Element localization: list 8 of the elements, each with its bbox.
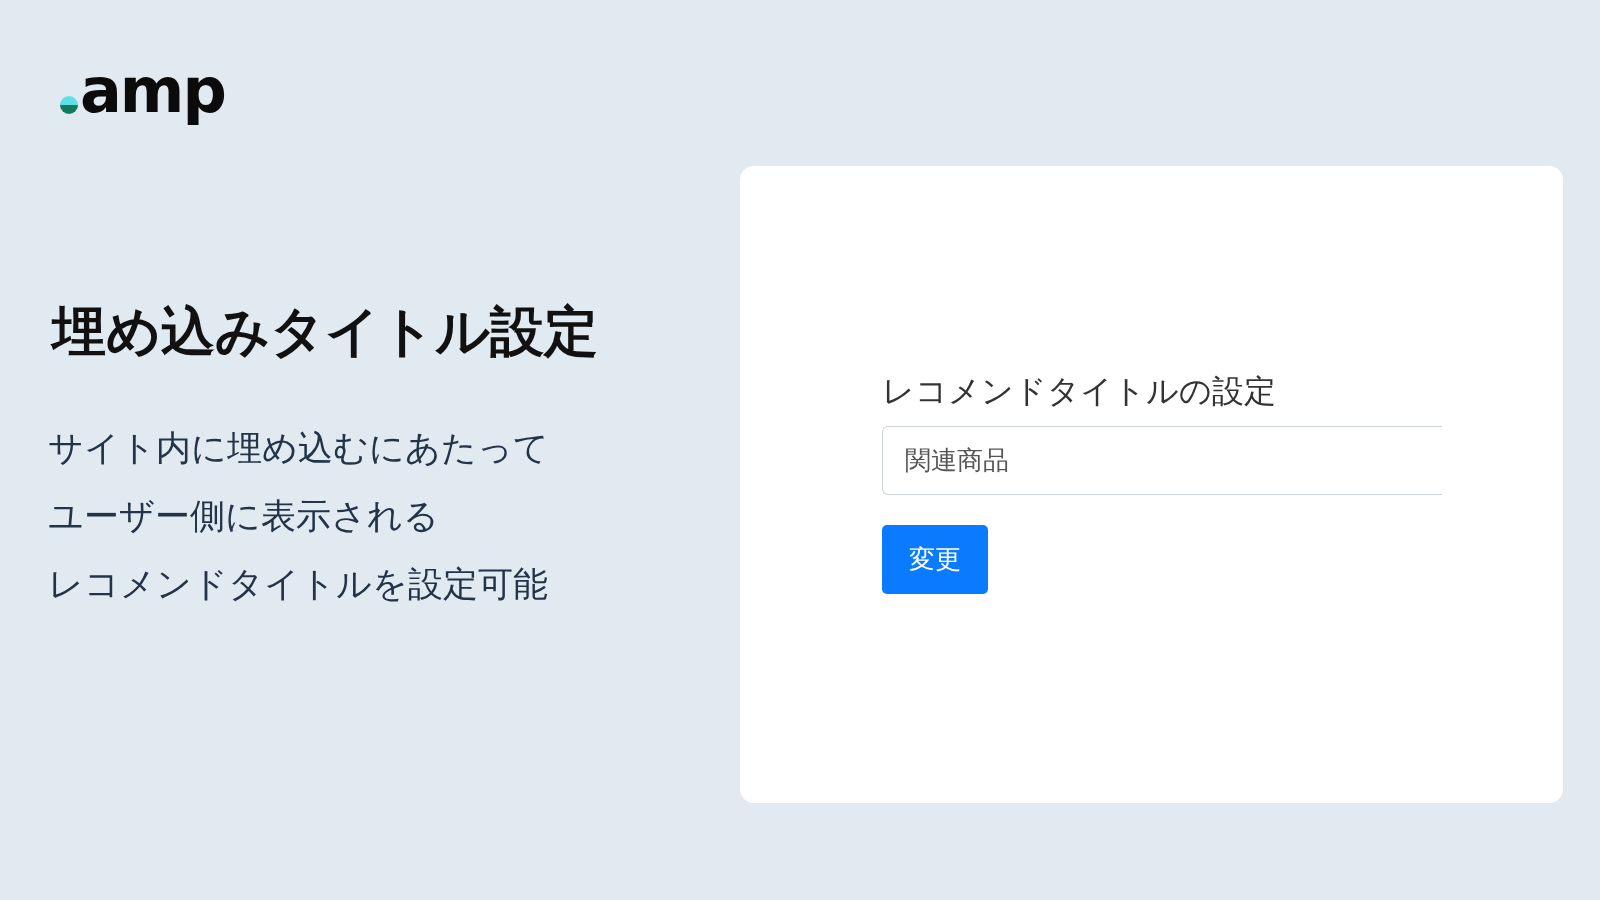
logo-dot-icon — [60, 96, 78, 114]
title-input-field[interactable]: 関連商品 — [882, 426, 1442, 496]
page-heading: 埋め込みタイトル設定 — [52, 300, 599, 365]
change-button[interactable]: 変更 — [882, 525, 988, 595]
field-label: レコメンドタイトルの設定 — [882, 372, 1277, 411]
description-line: レコメンドタイトルを設定可能 — [48, 566, 549, 602]
description-line: サイト内に埋め込むにあたって — [48, 430, 550, 466]
description-line: ユーザー側に表示される — [48, 498, 440, 534]
